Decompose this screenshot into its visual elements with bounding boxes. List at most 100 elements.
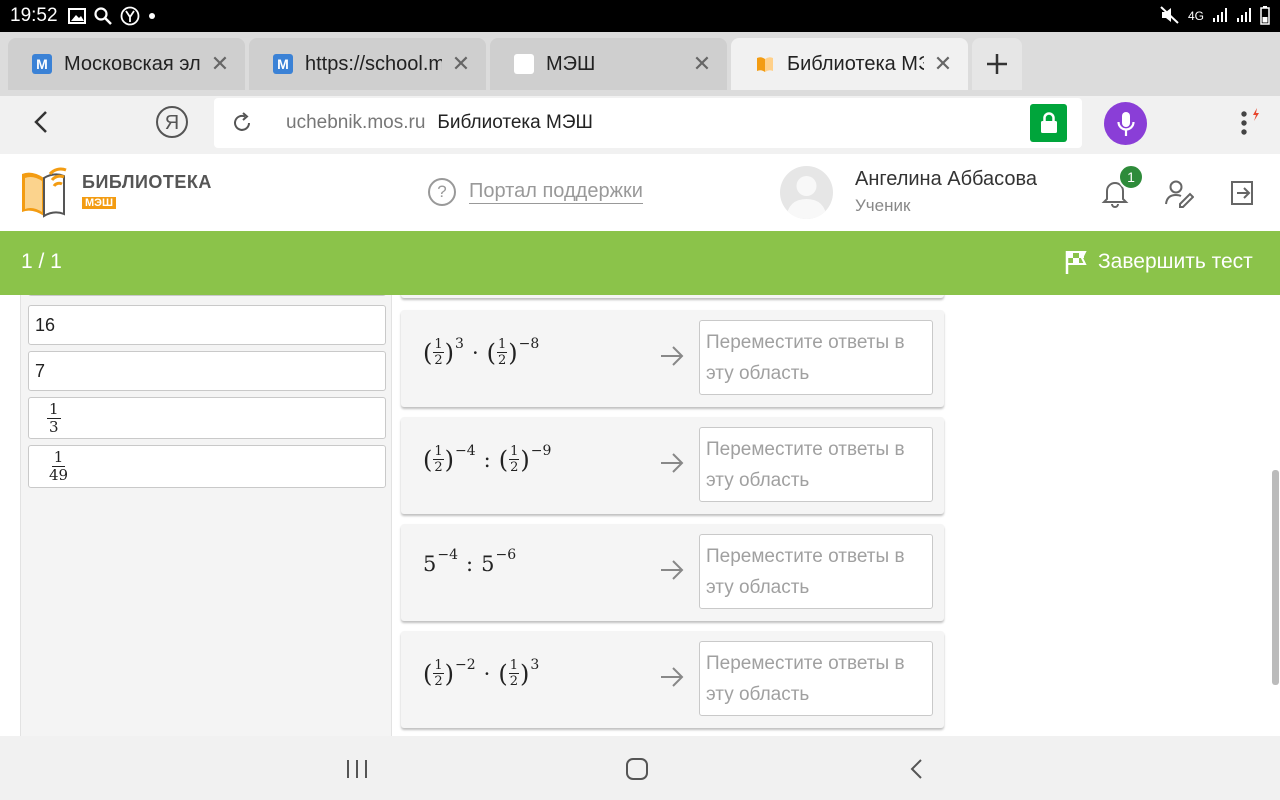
mesh-m-icon: M: [273, 54, 293, 74]
user-name: Ангелина Аббасова: [855, 168, 1038, 190]
question-counter: 1 / 1: [21, 250, 62, 273]
avatar[interactable]: [780, 166, 833, 219]
system-back-button[interactable]: [904, 756, 930, 782]
search-icon: [93, 7, 112, 25]
status-time: 19:52: [10, 5, 58, 26]
answers-panel: 16 7 1 3 1 49: [20, 295, 392, 736]
tab-mesh-2[interactable]: M https://school.mos.ru ✕: [249, 38, 486, 90]
exponent: −2: [455, 656, 476, 673]
more-vert-icon: [1241, 108, 1259, 135]
expression-card: (1 2) 3 · (1 2) −8 Переместите ответы в эту …: [401, 310, 944, 407]
svg-text:Я: Я: [165, 112, 179, 134]
logout-button[interactable]: [1228, 178, 1258, 208]
operator: :: [483, 447, 491, 472]
lock-icon[interactable]: [1030, 104, 1067, 142]
address-bar[interactable]: uchebnik.mos.ru Библиотека МЭШ: [214, 98, 1082, 148]
home-icon: [626, 758, 648, 780]
dot-icon: [148, 12, 156, 20]
finish-test-button[interactable]: Завершить тест: [1064, 249, 1253, 275]
user-role: Ученик: [855, 196, 911, 215]
answer-fraction: 1 3: [47, 399, 61, 436]
tab-title: МЭШ: [546, 52, 596, 75]
yandex-browser-icon: [120, 6, 140, 26]
answer-drop-zone[interactable]: Переместите ответы в эту область: [699, 320, 933, 395]
arrow-right-icon: [659, 558, 685, 587]
yandex-button[interactable]: Я: [155, 105, 189, 144]
expression: (1 2) 3 · (1 2) −8: [423, 335, 540, 368]
expression-card-partial: [401, 295, 944, 298]
fraction-denominator: 3: [49, 417, 59, 436]
mesh-m-icon: M: [32, 54, 52, 74]
exponent: −8: [518, 335, 540, 352]
finish-test-label: Завершить тест: [1098, 250, 1253, 273]
url-page-title: Библиотека МЭШ: [437, 112, 593, 133]
book-icon: [755, 54, 775, 74]
notification-badge: 1: [1118, 164, 1144, 190]
operator: ·: [483, 661, 491, 686]
back-button[interactable]: [28, 108, 56, 141]
yandex-logo-icon: Я: [156, 106, 188, 138]
signal-icon: [1212, 7, 1228, 26]
library-logo-icon[interactable]: [20, 166, 70, 223]
voice-search-button[interactable]: [1104, 102, 1147, 145]
home-button[interactable]: [624, 756, 650, 782]
recent-apps-button[interactable]: [344, 756, 370, 782]
answer-option[interactable]: 1 49: [28, 445, 386, 488]
tab-library-active[interactable]: Библиотека МЭШ ✕: [731, 38, 968, 90]
answer-option-partial[interactable]: [28, 295, 386, 296]
tab-title: https://school.mos.ru: [305, 52, 442, 75]
fraction-numerator: 1: [47, 399, 61, 419]
close-tab-icon[interactable]: ✕: [450, 53, 472, 75]
operator: :: [466, 552, 474, 576]
system-nav-bar: [0, 736, 1280, 800]
support-link-label: Портал поддержки: [469, 180, 643, 204]
exponent: −9: [530, 442, 552, 459]
answer-drop-zone[interactable]: Переместите ответы в эту область: [699, 427, 933, 502]
answer-option[interactable]: 1 3: [28, 397, 386, 439]
back-chevron-icon: [910, 759, 922, 779]
close-tab-icon[interactable]: ✕: [932, 53, 954, 75]
close-tab-icon[interactable]: ✕: [691, 53, 713, 75]
tab-strip: M Московская электронная школа ✕ M https…: [0, 32, 1280, 96]
exponent: 3: [530, 656, 540, 673]
browser-toolbar: Я uchebnik.mos.ru Библиотека МЭШ: [0, 96, 1280, 154]
close-tab-icon[interactable]: ✕: [209, 53, 231, 75]
edit-profile-button[interactable]: [1164, 178, 1194, 208]
arrow-right-icon: [659, 665, 685, 694]
answer-drop-zone[interactable]: Переместите ответы в эту область: [699, 534, 933, 609]
signal-icon-2: [1236, 7, 1252, 26]
battery-icon: [1260, 5, 1270, 28]
logo-line1: БИБЛИОТЕКА: [82, 172, 212, 192]
base: 5: [423, 552, 437, 576]
exponent: −4: [455, 442, 476, 459]
expression: 5 −4 : 5 −6: [423, 547, 516, 576]
answer-fraction: 1 49: [47, 450, 70, 483]
expression: (1 2) −2 · (1 2) 3: [423, 656, 540, 689]
page-scrollbar[interactable]: [1272, 470, 1279, 685]
expression-card: (1 2) −4 : (1 2) −9 Переместите ответы в эту…: [401, 417, 944, 514]
answer-option[interactable]: 7: [28, 351, 386, 391]
blank-page-icon: [514, 54, 534, 74]
tab-mesh-1[interactable]: M Московская электронная школа ✕: [8, 38, 245, 90]
library-logo[interactable]: БИБЛИОТЕКА МЭШ: [82, 172, 212, 211]
status-bar: 19:52 4G: [0, 0, 1280, 32]
answer-drop-zone[interactable]: Переместите ответы в эту область: [699, 641, 933, 716]
menu-button[interactable]: [1226, 108, 1262, 147]
checkered-flag-icon: [1065, 251, 1087, 274]
new-tab-button[interactable]: [972, 38, 1022, 90]
expression-card: (1 2) −2 · (1 2) 3 Переместите ответы в эту …: [401, 631, 944, 728]
recent-apps-icon: [347, 760, 367, 778]
test-content: 16 7 1 3 1 49 (1 2) 3 · (1 2) −8 Переместите…: [0, 295, 1280, 736]
arrow-right-icon: [659, 344, 685, 373]
user-edit-icon: [1165, 180, 1194, 208]
support-portal-link[interactable]: ? Портал поддержки: [428, 178, 643, 206]
fraction-numerator: 1: [51, 448, 66, 467]
mute-icon: [1160, 5, 1180, 27]
expression: (1 2) −4 : (1 2) −9: [423, 442, 552, 475]
tab-mesh-3[interactable]: МЭШ ✕: [490, 38, 727, 90]
reload-icon[interactable]: [218, 111, 266, 135]
plus-icon: [987, 54, 1007, 74]
gallery-icon: [67, 8, 86, 24]
answer-option[interactable]: 16: [28, 305, 386, 345]
help-icon: ?: [428, 178, 456, 206]
